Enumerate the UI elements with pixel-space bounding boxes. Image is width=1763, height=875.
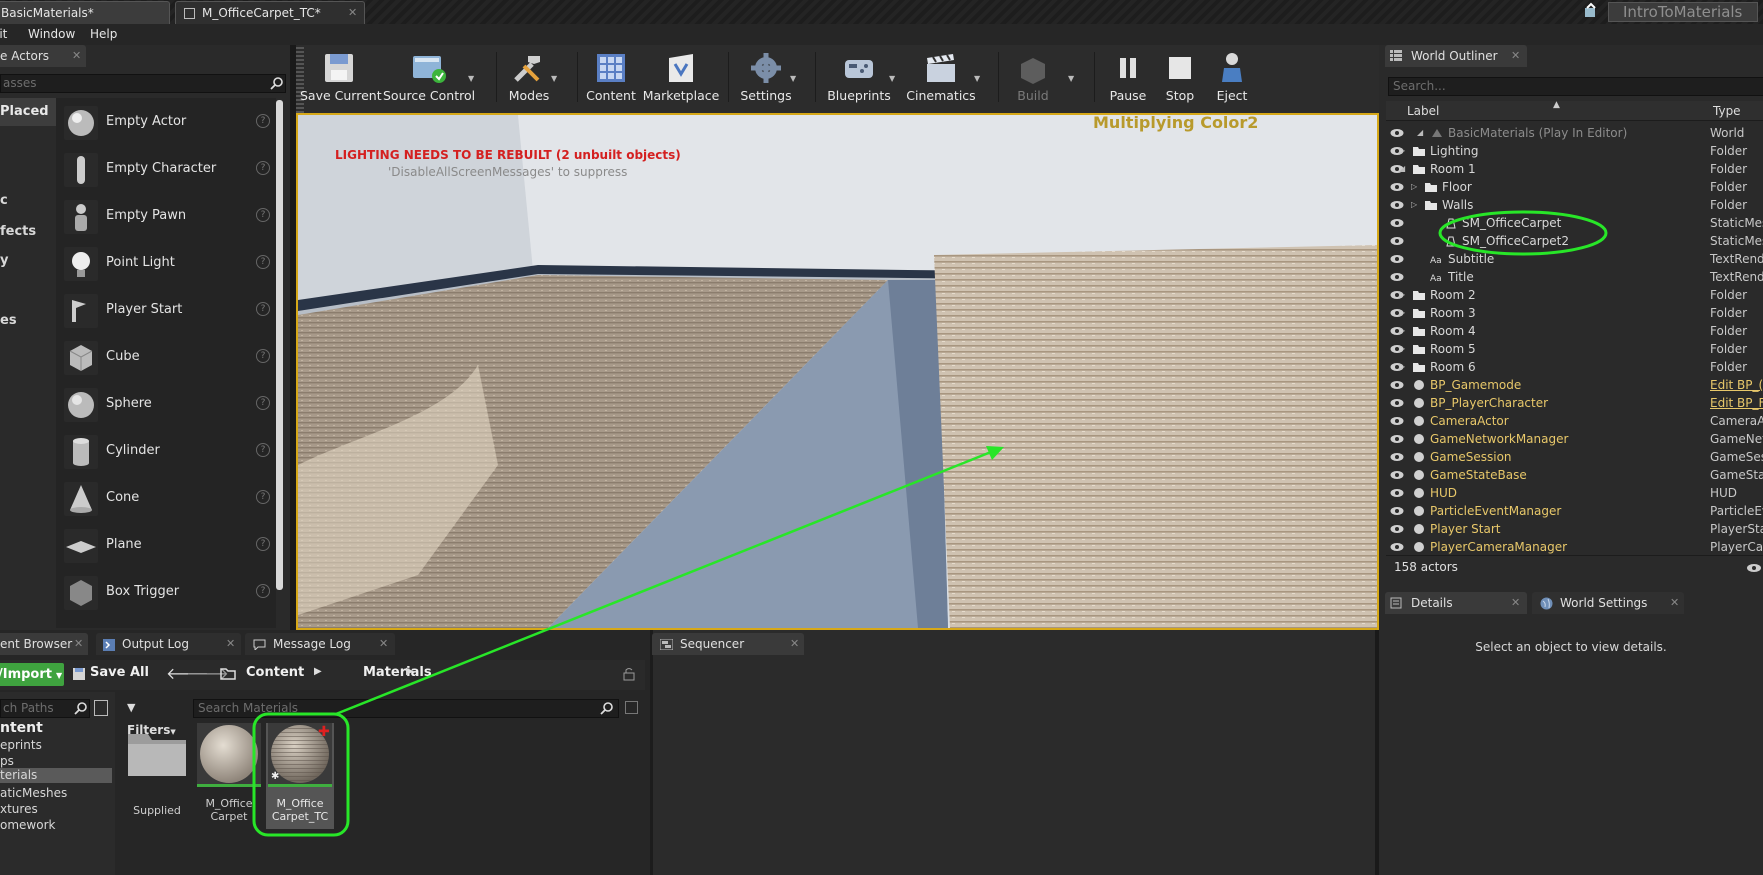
outliner-highlight-ellipse: [1438, 210, 1608, 256]
asset-highlight-box: [252, 712, 350, 837]
drag-arrow-line: [335, 448, 997, 716]
tutorial-annotations: [252, 210, 1608, 837]
